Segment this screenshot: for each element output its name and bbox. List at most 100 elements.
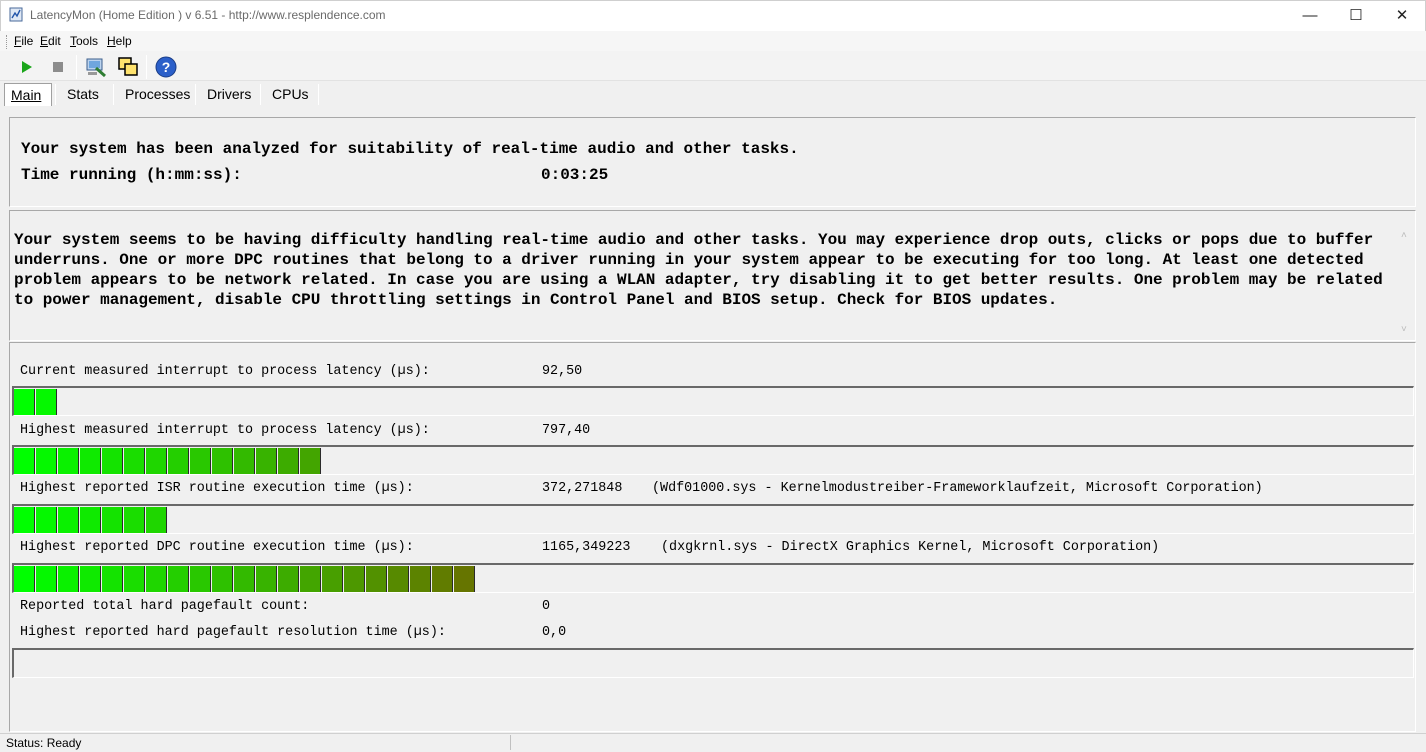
menu-grip (6, 35, 8, 49)
toolbar-separator (146, 55, 147, 79)
play-icon[interactable] (14, 55, 38, 79)
current-latency-label: Current measured interrupt to process la… (20, 364, 430, 379)
tab-main[interactable]: Main (4, 83, 52, 106)
bar-segment (14, 566, 35, 592)
bar-segment (256, 566, 277, 592)
analysis-message: Your system seems to be having difficult… (14, 231, 1383, 309)
window-copy-icon[interactable] (116, 55, 140, 79)
bar-segment (36, 566, 57, 592)
tab-drivers[interactable]: Drivers (201, 83, 257, 106)
dpc-label: Highest reported DPC routine execution t… (20, 540, 414, 555)
bar-segment (14, 448, 35, 474)
bar-segment (234, 566, 255, 592)
status-separator (510, 735, 511, 750)
dpc-driver: (dxgkrnl.sys - DirectX Graphics Kernel, … (661, 540, 1160, 555)
bar-segment (212, 566, 233, 592)
bar-segment (344, 566, 365, 592)
tab-stats-label: Stats (67, 86, 99, 102)
svg-text:?: ? (162, 59, 171, 75)
current-latency-value: 92,50 (542, 364, 583, 379)
bar-segment (146, 507, 167, 533)
minimize-icon: — (1302, 7, 1318, 24)
bar-segment (80, 566, 101, 592)
highest-latency-bar (12, 445, 1414, 475)
tab-main-label: Main (11, 87, 42, 103)
isr-bar (12, 504, 1414, 534)
bar-segment (36, 389, 57, 415)
bar-segment (102, 566, 123, 592)
bar-segment (432, 566, 453, 592)
bar-segment (58, 566, 79, 592)
tab-processes[interactable]: Processes (119, 83, 196, 106)
bar-segment (36, 507, 57, 533)
bar-segment (14, 507, 35, 533)
tab-separator (318, 84, 319, 105)
time-running-value: 0:03:25 (541, 166, 609, 184)
bar-segment (388, 566, 409, 592)
close-button[interactable]: ✕ (1379, 0, 1425, 31)
menu-bar (0, 31, 1426, 51)
bar-segment (300, 566, 321, 592)
highest-latency-value: 797,40 (542, 423, 591, 438)
app-icon (9, 7, 23, 22)
isr-label: Highest reported ISR routine execution t… (20, 481, 414, 496)
bar-segment (168, 566, 189, 592)
menu-tools-label: ools (76, 34, 99, 48)
bar-segment (146, 566, 167, 592)
bar-segment (124, 566, 145, 592)
status-bar (0, 733, 1426, 752)
bar-segment (190, 566, 211, 592)
bar-segment (102, 448, 123, 474)
pagefault-bar (12, 648, 1414, 678)
isr-driver: (Wdf01000.sys - Kernelmodustreiber-Frame… (652, 481, 1263, 496)
bar-segment (454, 566, 475, 592)
minimize-button[interactable]: — (1287, 0, 1333, 31)
menu-help[interactable]: Help (107, 34, 132, 48)
bar-segment (80, 507, 101, 533)
bar-segment (168, 448, 189, 474)
current-latency-bar (12, 386, 1414, 416)
time-running-label: Time running (h:mm:ss): (21, 166, 242, 184)
bar-segment (146, 448, 167, 474)
isr-value: 372,271848 (542, 481, 623, 496)
summary-panel (9, 117, 1416, 207)
summary-line: Your system has been analyzed for suitab… (21, 140, 799, 158)
menu-tools[interactable]: Tools (70, 34, 98, 48)
tab-stats[interactable]: Stats (61, 83, 105, 106)
bar-segment (124, 448, 145, 474)
menu-help-label: elp (115, 34, 132, 48)
close-icon: ✕ (1395, 7, 1409, 24)
menu-file-label: ile (21, 34, 34, 48)
dpc-value: 1165,349223 (542, 540, 631, 555)
tab-cpus-label: CPUs (272, 86, 309, 102)
highest-latency-label: Highest measured interrupt to process la… (20, 423, 430, 438)
toolbar (0, 51, 1426, 81)
help-icon[interactable]: ? (154, 55, 178, 79)
bar-segment (102, 507, 123, 533)
pagefault-count-label: Reported total hard pagefault count: (20, 599, 310, 614)
menu-edit-label: dit (48, 34, 61, 48)
bar-segment (300, 448, 321, 474)
menu-edit[interactable]: Edit (40, 34, 61, 48)
status-text: Status: Ready (6, 736, 82, 750)
menu-file[interactable]: File (14, 34, 33, 48)
bar-segment (212, 448, 233, 474)
pagefault-count-value: 0 (542, 599, 551, 614)
tab-separator (55, 84, 56, 105)
monitor-tool-icon[interactable] (84, 55, 108, 79)
tab-cpus[interactable]: CPUs (266, 83, 315, 106)
pagefault-time-value: 0,0 (542, 625, 567, 640)
maximize-button[interactable]: ☐ (1333, 0, 1379, 31)
stop-icon[interactable] (46, 55, 70, 79)
bar-segment (234, 448, 255, 474)
tab-separator (260, 84, 261, 105)
bar-segment (124, 507, 145, 533)
scroll-up-icon[interactable]: ˄ (1401, 230, 1407, 241)
dpc-bar (12, 563, 1414, 593)
scroll-down-icon[interactable]: ˅ (1401, 324, 1407, 335)
bar-segment (190, 448, 211, 474)
bar-segment (36, 448, 57, 474)
window-title: LatencyMon (Home Edition ) v 6.51 - http… (30, 8, 386, 22)
bar-segment (366, 566, 387, 592)
bar-segment (256, 448, 277, 474)
